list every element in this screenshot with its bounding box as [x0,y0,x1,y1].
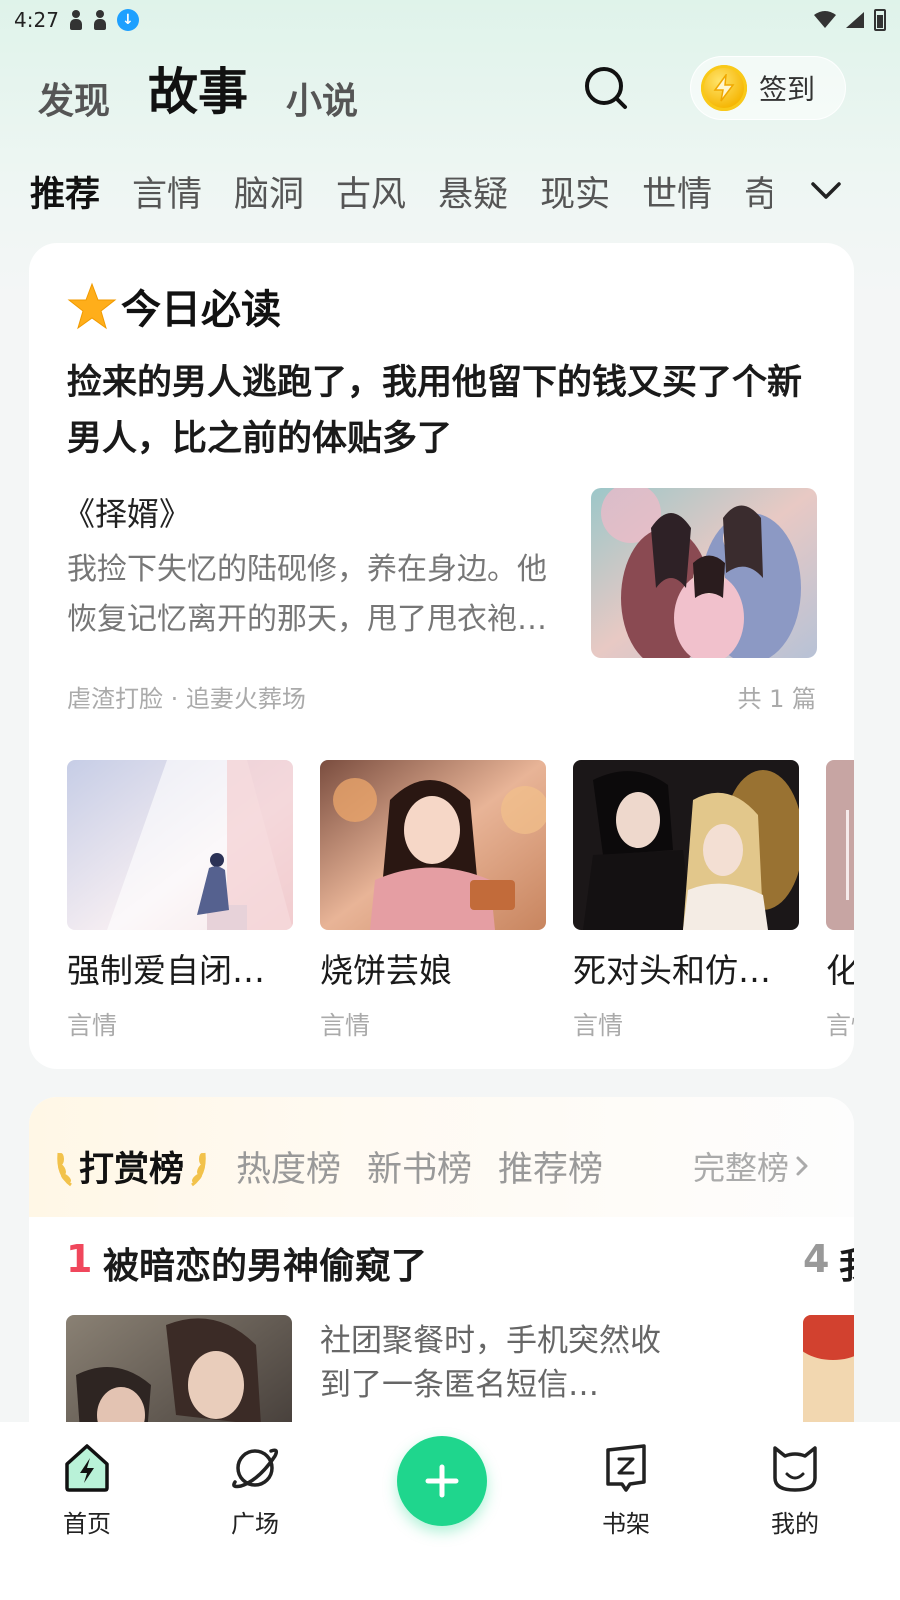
person-icon [93,10,107,30]
featured-headline[interactable]: 捡来的男人逃跑了，我用他留下的钱又买了个新男人，比之前的体贴多了 [67,355,827,467]
lightning-coin-icon [701,65,747,111]
signal-icon [846,12,864,28]
featured-tags: 虐渣打脸 · 追妻火葬场 [67,685,306,713]
recommendation-row: 强制爱自闭症… 言情 烧饼芸娘 言情 死对头和仿生… 言情 言 [67,760,854,1050]
bottom-nav: 首页 广场 书架 我的 [0,1422,900,1600]
recommendation-item[interactable]: 烧饼芸娘 言情 [320,760,546,1042]
tab-tip-ranking[interactable]: 打赏榜 [53,1141,210,1192]
nav-home[interactable]: 首页 [47,1442,127,1539]
chevron-down-icon[interactable] [808,172,844,208]
rank-number: 4 [803,1237,830,1281]
featured-cover-image[interactable] [591,488,817,658]
rank-number: 1 [66,1237,93,1281]
nav-square[interactable]: 广场 [215,1442,295,1539]
book-title: 烧饼芸娘 [320,951,452,990]
tab-discover[interactable]: 发现 [38,72,110,124]
checkin-label: 签到 [759,73,816,106]
download-icon: ↓ [116,9,139,31]
nav-square-label: 广场 [231,1510,279,1538]
rank-book-title[interactable]: 被暗恋的男神偷窥了 [103,1237,427,1289]
category-brainhole[interactable]: 脑洞 [234,166,304,216]
recommendation-item[interactable]: 死对头和仿生… 言情 [573,760,799,1042]
tab-tip-ranking-label: 打赏榜 [79,1150,185,1190]
category-fantasy[interactable]: 奇幻 [744,166,772,216]
category-suspense[interactable]: 悬疑 [438,166,508,216]
status-time: 4:27 [14,8,59,32]
status-bar: 4:27 ↓ [0,0,900,40]
plus-icon [425,1464,459,1498]
nav-home-label: 首页 [63,1510,111,1538]
today-title: 今日必读 [121,287,281,333]
ranking-card: 打赏榜 热度榜 新书榜 推荐榜 完整榜 1 被暗恋的男神偷窥了 4 我 [29,1097,854,1437]
tab-hot-ranking[interactable]: 热度榜 [236,1141,341,1192]
category-tabs: 推荐 言情 脑洞 古风 悬疑 现实 世情 奇幻 [30,166,772,216]
bookshelf-icon [606,1444,646,1492]
recommendation-item[interactable]: 化 言情 [826,760,854,1042]
tab-new-books-ranking[interactable]: 新书榜 [367,1141,472,1192]
category-recommend[interactable]: 推荐 [30,166,100,216]
book-cover-image [573,760,799,930]
checkin-button[interactable]: 签到 [690,56,846,120]
tab-novels[interactable]: 小说 [286,72,358,124]
category-reality[interactable]: 现实 [540,166,610,216]
full-ranking-link[interactable]: 完整榜 [693,1143,809,1189]
book-cover-image [320,760,546,930]
wifi-icon [814,11,836,28]
full-ranking-label: 完整榜 [693,1149,790,1187]
recommendation-item[interactable]: 强制爱自闭症… 言情 [67,760,293,1042]
rank-book-cover-image[interactable] [66,1315,292,1437]
nav-profile-label: 我的 [771,1510,819,1538]
book-genre: 言情 [320,1011,371,1040]
book-title: 化 [826,944,854,992]
tab-stories[interactable]: 故事 [148,52,248,124]
today-must-read-card: 今日必读 捡来的男人逃跑了，我用他留下的钱又买了个新男人，比之前的体贴多了 《择… [29,243,854,1069]
person-icon [69,10,83,30]
rank-book-title[interactable]: 我 [839,1237,854,1289]
category-society[interactable]: 世情 [642,166,712,216]
category-romance[interactable]: 言情 [132,166,202,216]
nav-profile[interactable]: 我的 [755,1442,835,1539]
category-ancient[interactable]: 古风 [336,166,406,216]
ranking-tabs: 打赏榜 热度榜 新书榜 推荐榜 [53,1141,603,1192]
laurel-right-icon [191,1152,206,1186]
rank-book-cover-image[interactable] [803,1315,854,1437]
featured-book-title[interactable]: 《择婿》 [63,489,191,535]
laurel-left-icon [57,1152,72,1186]
featured-count: 共 1 篇 [737,685,816,713]
planet-icon [232,1448,279,1489]
featured-summary[interactable]: 我捡下失忆的陆砚修，养在身边。他恢复记忆离开的那天，甩了甩衣袍… [67,545,557,645]
book-title: 死对头和仿生… [573,951,799,990]
tab-recommend-ranking[interactable]: 推荐榜 [498,1141,603,1192]
book-genre: 言情 [67,1011,118,1040]
search-icon[interactable] [584,66,628,110]
nav-bookshelf[interactable]: 书架 [586,1442,666,1539]
top-nav: 发现 故事 小说 [38,52,358,124]
book-genre: 言情 [826,1011,854,1040]
chevron-right-icon [796,1156,808,1176]
book-title: 强制爱自闭症… [67,951,293,990]
rank-book-summary[interactable]: 社团聚餐时，手机突然收到了一条匿名短信… [320,1319,670,1407]
book-cover-image [67,760,293,930]
star-icon [67,282,117,330]
add-button[interactable] [397,1436,487,1526]
book-cover-image [826,760,854,930]
book-genre: 言情 [573,1011,624,1040]
profile-cat-icon [773,1446,817,1492]
battery-icon [874,9,886,31]
home-bolt-icon [65,1444,109,1492]
nav-bookshelf-label: 书架 [602,1510,650,1538]
